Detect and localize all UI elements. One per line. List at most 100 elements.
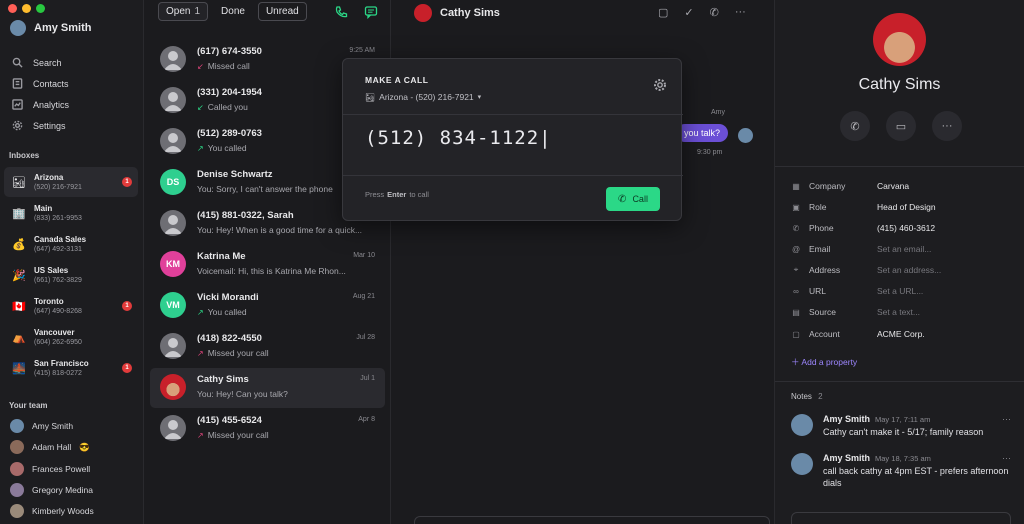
phone-number-input[interactable]: (512) 834-1122| — [365, 127, 552, 149]
conversation-preview: ↗ Missed your call — [197, 430, 377, 440]
inbox-emoji-icon: 🏜 — [365, 92, 376, 102]
property-value[interactable]: Set an address... — [877, 265, 941, 275]
contact-property-account[interactable]: ▢ Account ACME Corp. — [791, 326, 925, 342]
person-icon — [164, 338, 182, 357]
nav-analytics[interactable]: Analytics — [12, 94, 69, 115]
more-icon[interactable]: ··· — [1002, 453, 1011, 463]
inbox-item-main[interactable]: 🏢 Main (833) 261-9953 — [4, 198, 138, 228]
more-icon[interactable]: ··· — [1002, 414, 1011, 424]
note-author: Amy Smith — [823, 453, 871, 463]
nav-search[interactable]: Search — [12, 52, 69, 73]
call-contact-button[interactable]: ✆ — [840, 111, 870, 141]
conversation-preview: ↗ Missed your call — [197, 348, 377, 358]
avatar — [160, 415, 186, 441]
contact-property-address[interactable]: ⌖ Address Set an address... — [791, 262, 942, 278]
close-window-button[interactable] — [8, 4, 17, 13]
property-value[interactable]: Head of Design — [877, 202, 936, 212]
checkmark-icon[interactable]: ✓ — [684, 6, 693, 19]
contact-property-phone[interactable]: ✆ Phone (415) 460-3612 — [791, 220, 936, 236]
note-item[interactable]: Amy Smith May 17, 7:11 am Cathy can't mak… — [791, 414, 1011, 444]
property-value[interactable]: Set a text... — [877, 307, 920, 317]
minimize-window-button[interactable] — [22, 4, 31, 13]
inbox-item-san-francisco[interactable]: 🌉 San Francisco (415) 818-0272 1 — [4, 353, 138, 383]
analytics-icon — [12, 99, 23, 110]
zoom-window-button[interactable] — [36, 4, 45, 13]
team-member[interactable]: Gregory Medina — [10, 483, 93, 497]
contacts-icon — [12, 78, 23, 89]
team-member[interactable]: Adam Hall 😎 — [10, 440, 90, 454]
property-value[interactable]: Carvana — [877, 181, 909, 191]
note-composer[interactable] — [791, 512, 1011, 524]
team-member[interactable]: Frances Powell — [10, 462, 90, 476]
contact-property-email[interactable]: @ Email Set an email... — [791, 241, 931, 257]
search-icon — [12, 57, 23, 68]
avatar — [160, 210, 186, 236]
property-value[interactable]: (415) 460-3612 — [877, 223, 935, 233]
inbox-item-vancouver[interactable]: ⛺ Vancouver (604) 262-6950 — [4, 322, 138, 352]
message-contact-button[interactable]: ▭ — [886, 111, 916, 141]
contact-property-company[interactable]: ▦ Company Carvana — [791, 178, 909, 194]
phone-icon[interactable]: ✆ — [710, 6, 719, 19]
conversation-row[interactable]: (418) 822-4550 ↗ Missed your call Jul 28 — [150, 327, 385, 367]
avatar — [10, 504, 24, 518]
property-value[interactable]: ACME Corp. — [877, 329, 925, 339]
conversation-filter-tabs: Open 1 Done Unread — [158, 2, 307, 21]
plus-icon: ＋ — [791, 357, 800, 367]
conversation-row[interactable]: (415) 455-6524 ↗ Missed your call Apr 8 — [150, 409, 385, 449]
notes-label: Notes — [791, 392, 812, 401]
contact-property-role[interactable]: ▣ Role Head of Design — [791, 199, 936, 215]
conversation-row[interactable]: VM Vicki Morandi ↗ You called Aug 21 — [150, 286, 385, 326]
inbox-item-toronto[interactable]: 🇨🇦 Toronto (647) 490-8268 1 — [4, 291, 138, 321]
contact-actions: ✆ ▭ ··· — [840, 111, 962, 141]
notes-heading: Notes 2 — [791, 392, 823, 401]
tab-unread[interactable]: Unread — [257, 2, 307, 21]
conversation-row[interactable]: Cathy Sims You: Hey! Can you talk? Jul 1 — [150, 368, 385, 408]
more-options-button[interactable]: ··· — [932, 111, 962, 141]
more-icon[interactable]: ··· — [735, 6, 746, 19]
property-value[interactable]: Set an email... — [877, 244, 931, 254]
current-user[interactable]: Amy Smith — [10, 20, 91, 36]
contact-property-url[interactable]: ∞ URL Set a URL... — [791, 283, 923, 299]
keyboard-hint: Press Enter to call — [365, 190, 429, 199]
source-icon: ▤ — [792, 307, 800, 317]
property-key: Email — [809, 244, 831, 254]
gear-icon[interactable] — [653, 78, 667, 92]
nav-settings[interactable]: Settings — [12, 115, 69, 136]
message-icon: ▭ — [895, 120, 907, 133]
team-member[interactable]: Amy Smith — [10, 419, 73, 433]
note-date: May 18, 7:35 am — [875, 454, 931, 463]
hint-key: Enter — [387, 190, 407, 199]
inbox-item-us-sales[interactable]: 🎉 US Sales (661) 762-3829 — [4, 260, 138, 290]
note-author: Amy Smith — [823, 414, 871, 424]
contact-property-source[interactable]: ▤ Source Set a text... — [791, 304, 920, 320]
team-member-name: Adam Hall — [32, 442, 72, 452]
phone-icon[interactable] — [334, 5, 348, 19]
note-item[interactable]: Amy Smith May 18, 7:35 am call back cathy… — [791, 453, 1011, 493]
avatar — [160, 87, 186, 113]
conversation-preview-text: You called — [207, 307, 247, 317]
tab-done[interactable]: Done — [214, 3, 252, 20]
inbox-item-arizona[interactable]: 🏜 Arizona (520) 216-7921 1 — [4, 167, 138, 197]
add-property-button[interactable]: ＋ Add a property — [791, 356, 857, 368]
inbox-emoji-icon: 🇨🇦 — [12, 300, 26, 313]
avatar: KM — [160, 251, 186, 277]
composer-input[interactable] — [414, 516, 770, 524]
property-value[interactable]: Set a URL... — [877, 286, 923, 296]
message-bubble[interactable]: you talk? — [676, 124, 729, 142]
message-icon[interactable] — [364, 5, 378, 19]
location-icon: ⌖ — [793, 265, 799, 274]
team-member[interactable]: Kimberly Woods — [10, 504, 94, 518]
nav-label: Settings — [33, 120, 66, 131]
team-member-name: Amy Smith — [32, 421, 74, 431]
snooze-icon[interactable]: ▢ — [658, 6, 668, 19]
inbox-item-canada-sales[interactable]: 💰 Canada Sales (647) 492-3131 — [4, 229, 138, 259]
nav-contacts[interactable]: Contacts — [12, 73, 69, 94]
conversation-preview-text: You: Sorry, I can't answer the phone — [197, 184, 333, 194]
inbox-name: Arizona — [34, 173, 64, 182]
dialog-title: MAKE A CALL — [365, 75, 429, 85]
tab-open[interactable]: Open 1 — [158, 2, 209, 21]
from-inbox-selector[interactable]: 🏜 Arizona - (520) 216-7921 ▾ — [365, 92, 481, 102]
conversation-row[interactable]: KM Katrina Me Voicemail: Hi, this is Katri… — [150, 245, 385, 285]
nav-label: Analytics — [33, 99, 70, 110]
call-button[interactable]: ✆ Call — [606, 187, 660, 211]
